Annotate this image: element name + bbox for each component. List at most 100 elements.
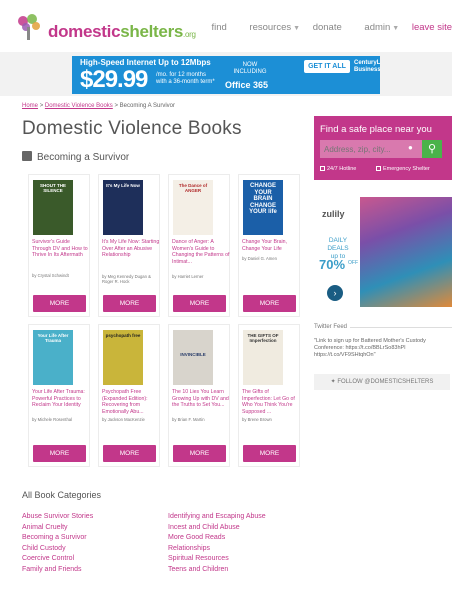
nav-admin[interactable]: admin ▼ <box>354 22 399 33</box>
category-list-left: Abuse Survivor Stories Animal Cruelty Be… <box>22 512 93 576</box>
category-link[interactable]: Teens and Children <box>168 565 266 576</box>
more-button[interactable]: MORE <box>103 445 156 462</box>
ad-now-including: NOW INCLUDING <box>233 62 267 75</box>
category-link[interactable]: Spiritual Resources <box>168 554 266 565</box>
book-title-link[interactable]: The Gifts of Imperfection: Let Go of Who… <box>242 389 300 415</box>
more-button[interactable]: MORE <box>173 445 226 462</box>
find-heading: Find a safe place near you <box>320 124 432 135</box>
logo-text: domesticshelters.org <box>48 22 196 41</box>
book-title-link[interactable]: It's My Life Now: Starting Over After an… <box>102 239 160 259</box>
book-icon <box>22 151 32 161</box>
book-title-link[interactable]: Survivor's Guide Through DV and How to T… <box>32 239 90 259</box>
more-button[interactable]: MORE <box>33 445 86 462</box>
book-title-link[interactable]: Your Life After Trauma: Powerful Practic… <box>32 389 90 409</box>
breadcrumb-separator: > <box>114 103 118 109</box>
categories-heading: All Book Categories <box>22 490 102 500</box>
nav-resources[interactable]: resources ▼ <box>239 22 300 33</box>
nav-find[interactable]: find <box>211 22 226 33</box>
ad-price: $29.99 <box>80 66 148 93</box>
book-author: by Michele Rosenthal <box>32 417 73 422</box>
breadcrumb-section[interactable]: Domestic Violence Books <box>45 103 113 109</box>
breadcrumb-separator: > <box>39 103 44 109</box>
category-link[interactable]: Incest and Child Abuse <box>168 523 266 534</box>
tree-logo-icon <box>18 14 40 40</box>
book-author: by Daniel G. Amen <box>242 256 277 261</box>
book-author: by Jackson MacKenzie <box>102 417 145 422</box>
category-link[interactable]: Coercive Control <box>22 554 93 565</box>
ad-percent: 70% <box>319 257 346 272</box>
page-title: Domestic Violence Books <box>22 118 242 139</box>
book-cover[interactable]: Your Life After Trauma <box>33 330 73 385</box>
book-author: by Crystal Schwindt <box>32 273 69 278</box>
nav-donate[interactable]: donate <box>313 22 342 33</box>
site-logo[interactable]: domesticshelters.org <box>14 10 196 44</box>
category-link[interactable]: Becoming a Survivor <box>22 533 93 544</box>
book-card: The Dance of ANGER Dance of Anger: A Wom… <box>168 174 230 317</box>
book-cover[interactable]: INVINCIBLE <box>173 330 213 385</box>
ad-brand: CenturyLink Business <box>354 60 380 73</box>
ad-cta-button[interactable]: GET IT ALL <box>304 60 350 73</box>
section-heading: Becoming a Survivor <box>22 151 129 163</box>
book-title-link[interactable]: The 10 Lies You Learn Growing Up with DV… <box>172 389 230 409</box>
ad-off: OFF <box>348 260 358 266</box>
site-header: domesticshelters.org find resources ▼ don… <box>0 0 452 52</box>
main-nav: find resources ▼ donate admin ▼ leave site <box>201 22 452 33</box>
address-search-input[interactable] <box>320 140 422 158</box>
location-pin-icon[interactable]: ● <box>408 143 413 152</box>
category-link[interactable]: Child Custody <box>22 544 93 555</box>
more-button[interactable]: MORE <box>243 445 296 462</box>
category-link[interactable]: Identifying and Escaping Abuse <box>168 512 266 523</box>
book-card: psychopath free Psychopath Free (Expande… <box>98 324 160 467</box>
book-author: by Meg Kennedy Dugan & Roger R. Hock <box>102 274 151 284</box>
twitter-feed-heading: Twitter Feed <box>314 324 348 330</box>
follow-button[interactable]: ✦ FOLLOW @DOMESTICSHELTERS <box>314 374 450 390</box>
category-link[interactable]: Animal Cruelty <box>22 523 93 534</box>
book-title-link[interactable]: Psychopath Free (Expanded Edition): Reco… <box>102 389 160 415</box>
ad-price-terms: /mo. for 12 months with a 36-month term* <box>156 72 215 85</box>
category-link[interactable]: Relationships <box>168 544 266 555</box>
more-button[interactable]: MORE <box>33 295 86 312</box>
breadcrumb-home[interactable]: Home <box>22 103 38 109</box>
book-title-link[interactable]: Change Your Brain, Change Your Life <box>242 239 300 252</box>
ad-office: Office 365 <box>225 80 269 90</box>
search-icon: ⚲ <box>427 143 437 155</box>
book-author: by Harriet Lerner <box>172 274 204 279</box>
book-card: THE GIFTS OF Imperfection The Gifts of I… <box>238 324 300 467</box>
search-button[interactable]: ⚲ <box>422 140 442 158</box>
chevron-down-icon: ▼ <box>293 25 301 32</box>
book-cover[interactable]: SHOUT THE SILENCE <box>33 180 73 235</box>
divider <box>350 327 452 328</box>
ad-brand-logo: zulily <box>322 209 345 219</box>
category-link[interactable]: Abuse Survivor Stories <box>22 512 93 523</box>
nav-leave-site[interactable]: leave site <box>412 22 452 33</box>
emergency-checkbox[interactable]: Emergency Shelter <box>376 166 430 172</box>
book-cover[interactable]: It's My Life Now <box>103 180 143 235</box>
arrow-right-icon[interactable]: › <box>327 285 343 301</box>
category-list-right: Identifying and Escaping Abuse Incest an… <box>168 512 266 576</box>
book-author: by Brene Brown <box>242 417 272 422</box>
book-cover[interactable]: The Dance of ANGER <box>173 180 213 235</box>
book-card: CHANGE YOUR BRAIN CHANGE YOUR life Chang… <box>238 174 300 317</box>
book-cover[interactable]: psychopath free <box>103 330 143 385</box>
book-card: It's My Life Now It's My Life Now: Start… <box>98 174 160 317</box>
book-card: SHOUT THE SILENCE Survivor's Guide Throu… <box>28 174 90 317</box>
ad-panel: zulily DAILY DEALS up to 70% OFF › <box>314 197 360 307</box>
banner-ad[interactable]: High-Speed Internet Up to 12Mbps $29.99 … <box>72 56 380 94</box>
breadcrumb: Home > Domestic Violence Books > Becomin… <box>22 103 175 109</box>
more-button[interactable]: MORE <box>243 295 296 312</box>
tweet-text[interactable]: "Link to sign up for Battered Mother's C… <box>314 338 446 359</box>
book-title-link[interactable]: Dance of Anger: A Women's Guide to Chang… <box>172 239 230 265</box>
checkbox-icon <box>376 166 381 171</box>
more-button[interactable]: MORE <box>103 295 156 312</box>
sidebar-ad[interactable]: zulily DAILY DEALS up to 70% OFF › <box>314 197 452 307</box>
more-button[interactable]: MORE <box>173 295 226 312</box>
hotline-checkbox[interactable]: 24/7 Hotline <box>320 166 356 172</box>
checkbox-icon <box>320 166 325 171</box>
breadcrumb-current: Becoming A Survivor <box>119 103 176 109</box>
category-link[interactable]: More Good Reads <box>168 533 266 544</box>
book-cover[interactable]: CHANGE YOUR BRAIN CHANGE YOUR life <box>243 180 283 235</box>
category-link[interactable]: Family and Friends <box>22 565 93 576</box>
book-cover[interactable]: THE GIFTS OF Imperfection <box>243 330 283 385</box>
chevron-down-icon: ▼ <box>392 25 400 32</box>
book-card: Your Life After Trauma Your Life After T… <box>28 324 90 467</box>
